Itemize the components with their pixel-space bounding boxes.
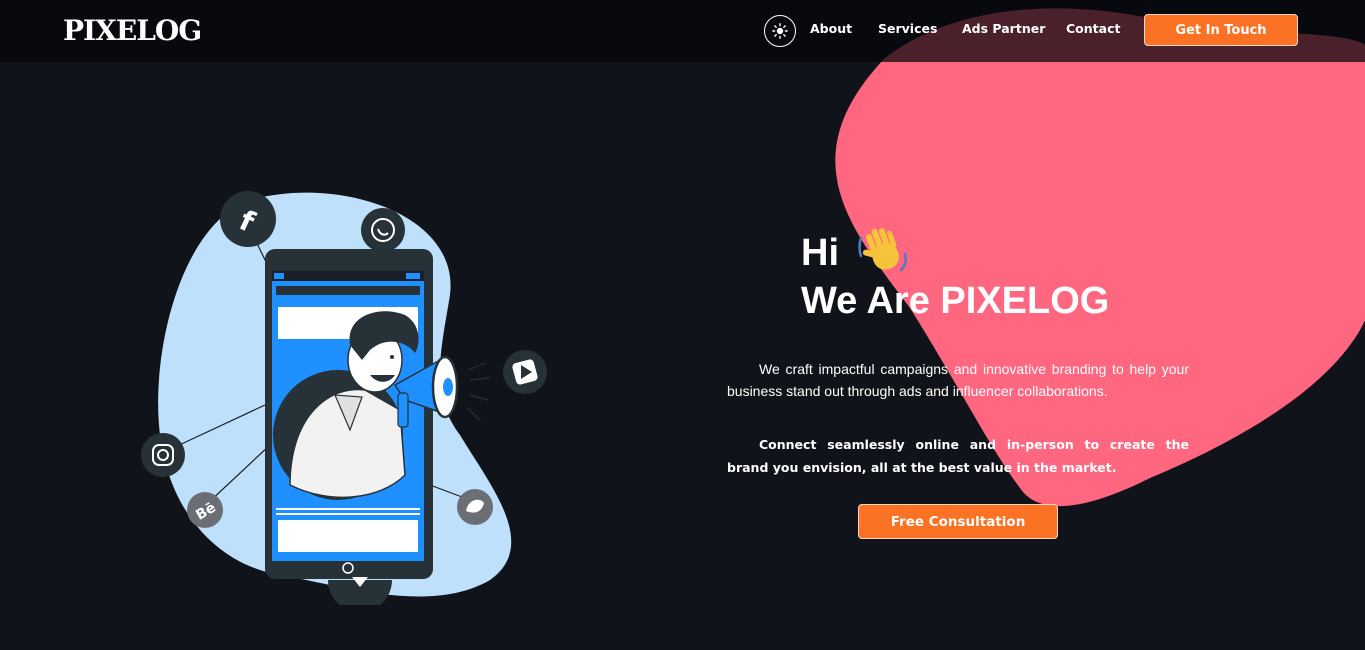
sun-icon[interactable]: [764, 15, 796, 47]
behance-icon: Bē: [187, 492, 223, 528]
hero-illustration: f Bē: [141, 191, 547, 605]
waving-hand-icon: [858, 228, 908, 272]
hero-greeting: Hi: [801, 232, 839, 274]
nav-link-contact[interactable]: Contact: [1066, 21, 1120, 36]
nav-link-ads-partner[interactable]: Ads Partner: [962, 21, 1045, 36]
logo[interactable]: PIXELOG: [63, 14, 202, 47]
whatsapp-icon: [361, 208, 405, 252]
hero-subtext: Connect seamlessly online and in-person …: [727, 437, 1189, 475]
get-in-touch-button[interactable]: Get In Touch: [1144, 14, 1298, 46]
chat-icon: [328, 577, 392, 605]
youtube-icon: [503, 350, 547, 394]
navbar: PIXELOG About Services Ads Partner Conta…: [0, 0, 1365, 62]
facebook-icon: f: [220, 191, 276, 247]
nav-link-about[interactable]: About: [810, 21, 852, 36]
instagram-icon: [141, 433, 185, 477]
hero-description: We craft impactful campaigns and innovat…: [727, 361, 1189, 399]
free-consultation-button[interactable]: Free Consultation: [858, 504, 1058, 539]
nav-link-services[interactable]: Services: [878, 21, 937, 36]
hero-title: We Are PIXELOG: [801, 280, 1110, 322]
bird-icon: [457, 489, 493, 525]
